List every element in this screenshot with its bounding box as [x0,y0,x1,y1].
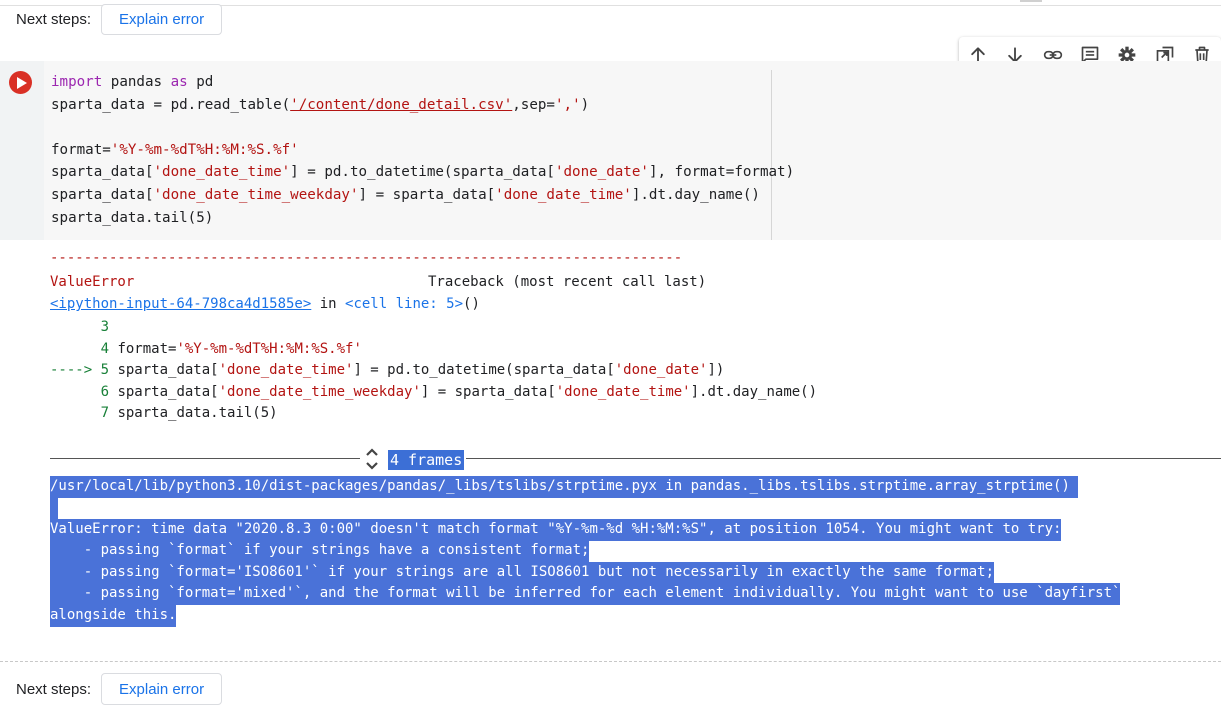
selected-output-line: - passing `format='mixed'`, and the form… [50,583,1121,605]
explain-error-button[interactable]: Explain error [101,4,223,35]
next-steps-label: Next steps: [16,680,92,698]
code-text: import pandas as pd sparta_data = pd.rea… [51,71,794,229]
traceback-line: 4 format='%Y-%m-%dT%H:%M:%S.%f' [50,340,362,357]
scroll-nub [1020,0,1042,2]
traceback-line: ----> 5 sparta_data['done_date_time'] = … [50,362,725,378]
error-name: ValueError [50,274,135,290]
code-line: format='%Y-%m-%dT%H:%M:%S.%f' [51,141,299,158]
next-steps-label: Next steps: [16,11,92,28]
traceback-header: ValueError Traceback (most recent call la… [50,274,706,290]
unfold-icon [366,448,378,470]
traceback-location: <ipython-input-64-798ca4d1585e> in <cell… [50,296,480,312]
frames-label[interactable]: 4 frames [388,450,465,470]
cell-line-link[interactable]: <cell line: 5> [345,296,463,312]
code-line: sparta_data['done_date_time_weekday'] = … [51,186,760,203]
selected-output-line: /usr/local/lib/python3.10/dist-packages/… [50,476,1079,498]
next-steps-bar-bottom: Next steps: Explain error [16,673,223,705]
selected-output-line: alongside this. [50,605,177,627]
selected-output-line: - passing `format='ISO8601'` if your str… [50,562,995,584]
traceback-line: 7 sparta_data.tail(5) [50,405,278,421]
frames-toggle[interactable] [364,446,380,472]
bottom-divider [0,661,1221,662]
traceback-line: 6 sparta_data['done_date_time_weekday'] … [50,383,818,400]
traceback-source: 3 4 format='%Y-%m-%dT%H:%M:%S.%f' ----> … [50,317,817,425]
explain-error-button[interactable]: Explain error [101,673,223,705]
selected-output-line: - passing `format` if your strings have … [50,540,590,562]
code-line: sparta_data = pd.read_table('/content/do… [51,96,590,113]
traceback-line: 3 [50,319,110,335]
traceback-header-right: Traceback (most recent call last) [428,274,707,290]
code-line: sparta_data['done_date_time'] = pd.to_da… [51,164,795,181]
selected-output-line [50,497,59,519]
play-icon [16,76,27,89]
next-steps-bar: Next steps: Explain error [16,4,223,35]
traceback-dashes: ----------------------------------------… [50,250,683,266]
ipython-input-link[interactable]: <ipython-input-64-798ca4d1585e> [50,296,311,312]
run-cell-button[interactable] [9,71,32,94]
selected-output-line: ValueError: time data "2020.8.3 0:00" do… [50,519,1062,541]
frames-divider-right [466,458,1221,459]
frames-divider-left [50,458,360,459]
code-line: sparta_data.tail(5) [51,209,214,226]
code-line: import pandas as pd [51,74,214,90]
